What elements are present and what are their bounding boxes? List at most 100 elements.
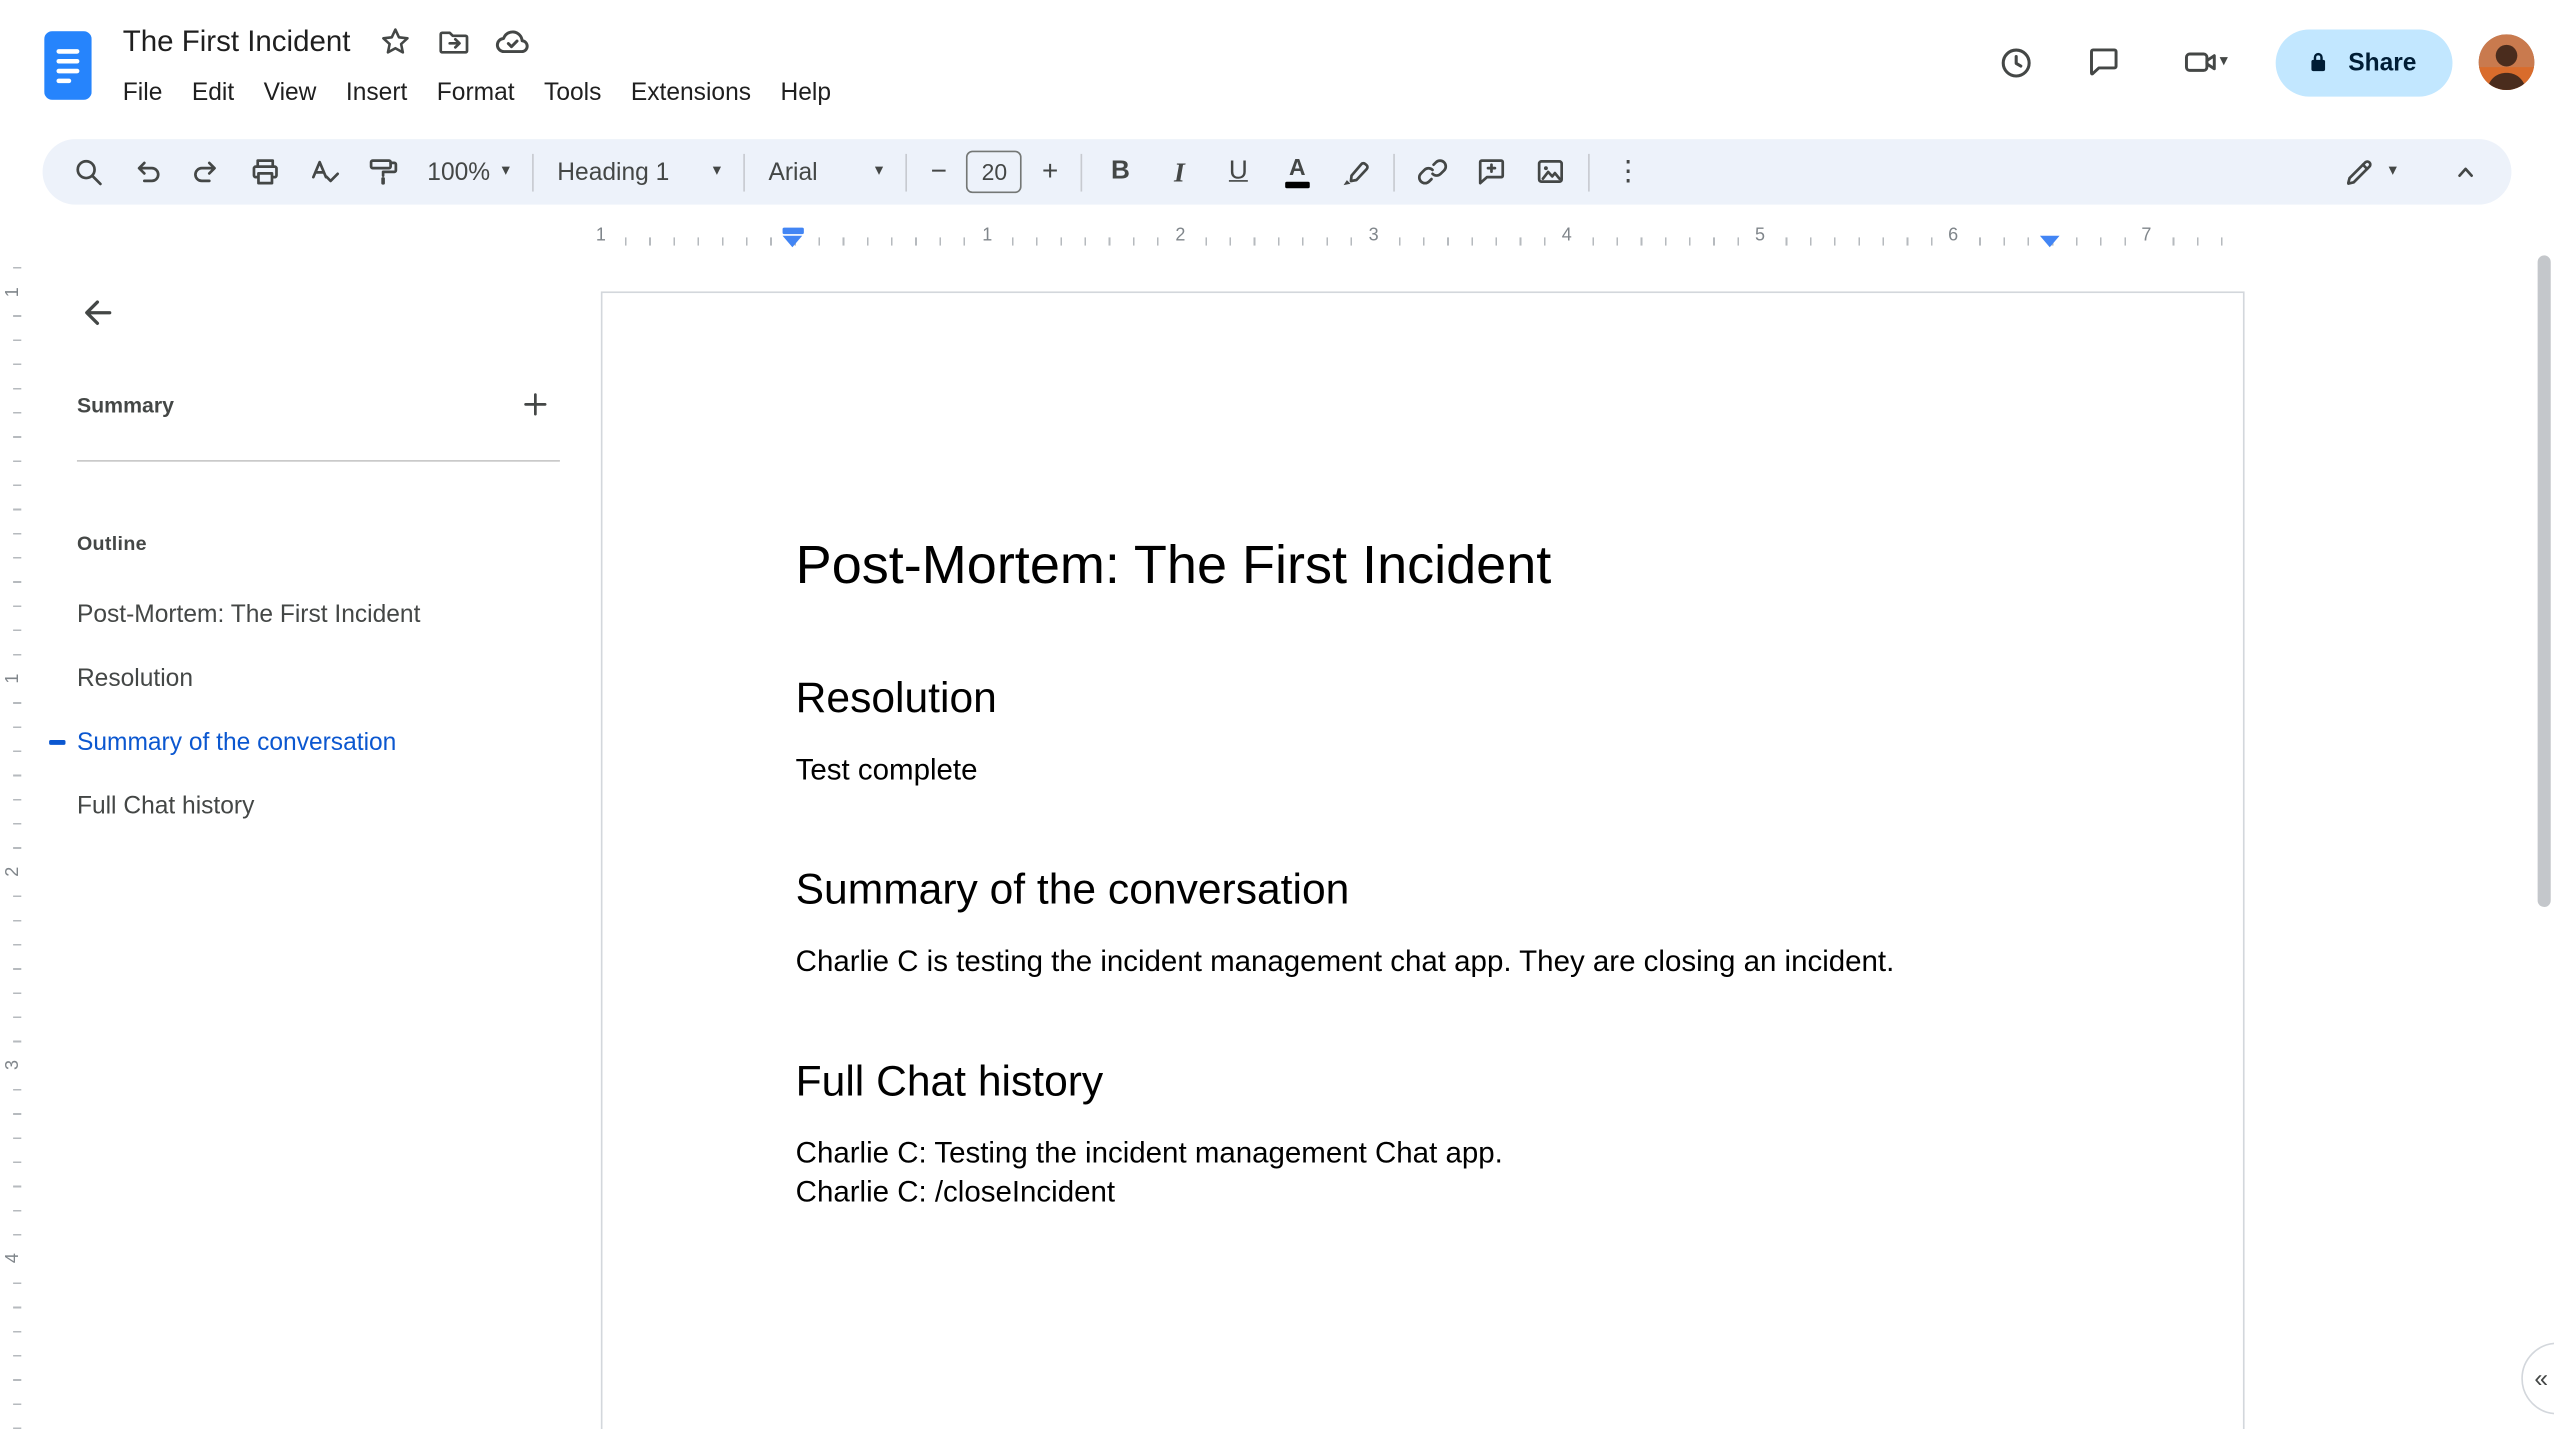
ruler-number: 1 xyxy=(977,224,998,248)
ruler-number: 3 xyxy=(1363,224,1384,248)
ruler-number: 1 xyxy=(3,281,25,303)
ruler-number: 2 xyxy=(3,861,25,883)
outline-list: Post-Mortem: The First Incident Resoluti… xyxy=(49,583,573,838)
close-outline-icon[interactable] xyxy=(69,283,128,342)
doc-paragraph[interactable]: Charlie C: Testing the incident manageme… xyxy=(796,1133,2050,1172)
italic-button[interactable]: I xyxy=(1150,146,1209,198)
outline-item-resolution[interactable]: Resolution xyxy=(77,647,573,711)
search-menus-icon[interactable] xyxy=(59,146,118,198)
zoom-value: 100% xyxy=(427,157,491,186)
doc-paragraph[interactable]: Charlie C: /closeIncident xyxy=(796,1172,2050,1211)
highlight-color-button[interactable] xyxy=(1327,146,1386,198)
hide-menus-icon[interactable] xyxy=(2436,146,2495,198)
doc-heading-resolution[interactable]: Resolution xyxy=(796,671,2050,723)
underline-icon: U xyxy=(1228,157,1248,186)
outline-sidebar: Summary Outline Post-Mortem: The First I… xyxy=(32,275,590,1429)
document-canvas: Post-Mortem: The First Incident Resoluti… xyxy=(589,261,2554,1429)
outline-item-full-chat-history[interactable]: Full Chat history xyxy=(77,774,573,838)
doc-title-heading[interactable]: Post-Mortem: The First Incident xyxy=(796,532,2050,597)
toolbar-divider xyxy=(743,153,746,191)
doc-paragraph[interactable]: Test complete xyxy=(796,750,2050,789)
doc-paragraph[interactable]: Charlie C is testing the incident manage… xyxy=(796,941,2050,980)
comments-icon[interactable] xyxy=(2068,26,2140,98)
ruler-number: 4 xyxy=(3,1247,25,1269)
add-summary-icon[interactable] xyxy=(511,380,560,429)
print-icon[interactable] xyxy=(236,146,295,198)
italic-icon: I xyxy=(1174,156,1185,188)
paragraph-style-select[interactable]: Heading 1 ▾ xyxy=(543,146,736,198)
left-indent-marker[interactable] xyxy=(782,227,804,248)
horizontal-ruler: 1 1 2 3 4 5 6 7 xyxy=(589,221,2237,261)
toolbar-divider xyxy=(906,153,908,191)
text-color-button[interactable]: A xyxy=(1268,146,1327,198)
docs-logo-icon[interactable] xyxy=(44,31,92,100)
ruler-number: 3 xyxy=(3,1054,25,1076)
title-block: The First Incident File Edit View Insert… xyxy=(123,15,846,115)
meet-dropdown-caret-icon: ▾ xyxy=(2219,52,2228,71)
share-button-label: Share xyxy=(2348,48,2417,77)
ruler-number: 1 xyxy=(590,224,611,248)
version-history-icon[interactable] xyxy=(1980,26,2052,98)
menu-insert[interactable]: Insert xyxy=(331,74,422,112)
meet-video-icon[interactable]: ▾ xyxy=(2157,26,2252,98)
share-button[interactable]: Share xyxy=(2276,28,2453,96)
style-caret-icon: ▾ xyxy=(712,162,722,181)
paint-format-icon[interactable] xyxy=(354,146,413,198)
font-caret-icon: ▾ xyxy=(874,162,884,181)
paragraph-style-value: Heading 1 xyxy=(557,157,670,186)
toolbar-divider xyxy=(532,153,535,191)
text-color-icon: A xyxy=(1285,156,1310,188)
collapse-chevrons-icon: « xyxy=(2534,1364,2549,1393)
outline-item-post-mortem[interactable]: Post-Mortem: The First Incident xyxy=(77,583,573,647)
outline-label: Outline xyxy=(76,532,147,556)
bold-button[interactable]: B xyxy=(1091,146,1150,198)
document-content: Post-Mortem: The First Incident Resoluti… xyxy=(602,293,2242,1211)
insert-link-icon[interactable] xyxy=(1404,146,1463,198)
zoom-select[interactable]: 100% ▾ xyxy=(413,146,525,198)
editing-mode-select[interactable]: ▾ xyxy=(2328,146,2410,198)
menu-edit[interactable]: Edit xyxy=(177,74,249,112)
menu-format[interactable]: Format xyxy=(422,74,529,112)
menu-tools[interactable]: Tools xyxy=(529,74,616,112)
spelling-check-icon[interactable] xyxy=(295,146,354,198)
ruler-number: 2 xyxy=(1170,224,1191,248)
menu-extensions[interactable]: Extensions xyxy=(616,74,766,112)
menu-view[interactable]: View xyxy=(249,74,331,112)
font-family-value: Arial xyxy=(768,157,818,186)
add-comment-icon[interactable] xyxy=(1463,146,1522,198)
undo-icon[interactable] xyxy=(118,146,177,198)
underline-button[interactable]: U xyxy=(1209,146,1268,198)
google-docs-app: The First Incident File Edit View Insert… xyxy=(0,0,2554,1429)
summary-label: Summary xyxy=(76,392,174,417)
ruler-number: 4 xyxy=(1556,224,1577,248)
toolbar: 100% ▾ Heading 1 ▾ Arial ▾ − 20 + B I U … xyxy=(42,139,2512,205)
cloud-status-icon[interactable] xyxy=(488,17,537,66)
insert-image-icon[interactable] xyxy=(1522,146,1581,198)
outline-item-summary-of-the-conversation[interactable]: Summary of the conversation xyxy=(49,711,573,775)
pencil-icon xyxy=(2346,160,2372,185)
right-indent-marker[interactable] xyxy=(2039,235,2060,248)
ruler-ticks xyxy=(600,237,2230,246)
menu-file[interactable]: File xyxy=(108,74,177,112)
star-icon[interactable] xyxy=(370,17,419,66)
font-size-input[interactable]: 20 xyxy=(966,150,1023,194)
doc-heading-full-chat-history[interactable]: Full Chat history xyxy=(796,1054,2050,1106)
sidebar-divider xyxy=(76,460,560,462)
menu-help[interactable]: Help xyxy=(766,74,846,112)
mode-caret-icon: ▾ xyxy=(2388,162,2397,181)
increase-font-size-button[interactable]: + xyxy=(1027,146,1073,198)
vertical-scrollbar[interactable] xyxy=(2537,255,2551,907)
more-toolbar-options-icon[interactable]: ⋮ xyxy=(1599,146,1658,198)
redo-icon[interactable] xyxy=(177,146,236,198)
move-folder-icon[interactable] xyxy=(429,17,478,66)
bold-icon: B xyxy=(1111,157,1130,186)
app-header: The First Incident File Edit View Insert… xyxy=(0,0,2554,131)
account-avatar[interactable] xyxy=(2478,34,2535,91)
document-title[interactable]: The First Incident xyxy=(123,25,351,59)
decrease-font-size-button[interactable]: − xyxy=(916,146,962,198)
current-location-dash xyxy=(49,740,66,745)
font-family-select[interactable]: Arial ▾ xyxy=(754,146,898,198)
header-actions: ▾ Share xyxy=(1972,0,2535,124)
doc-heading-summary[interactable]: Summary of the conversation xyxy=(796,863,2050,915)
document-page[interactable]: Post-Mortem: The First Incident Resoluti… xyxy=(600,291,2245,1429)
